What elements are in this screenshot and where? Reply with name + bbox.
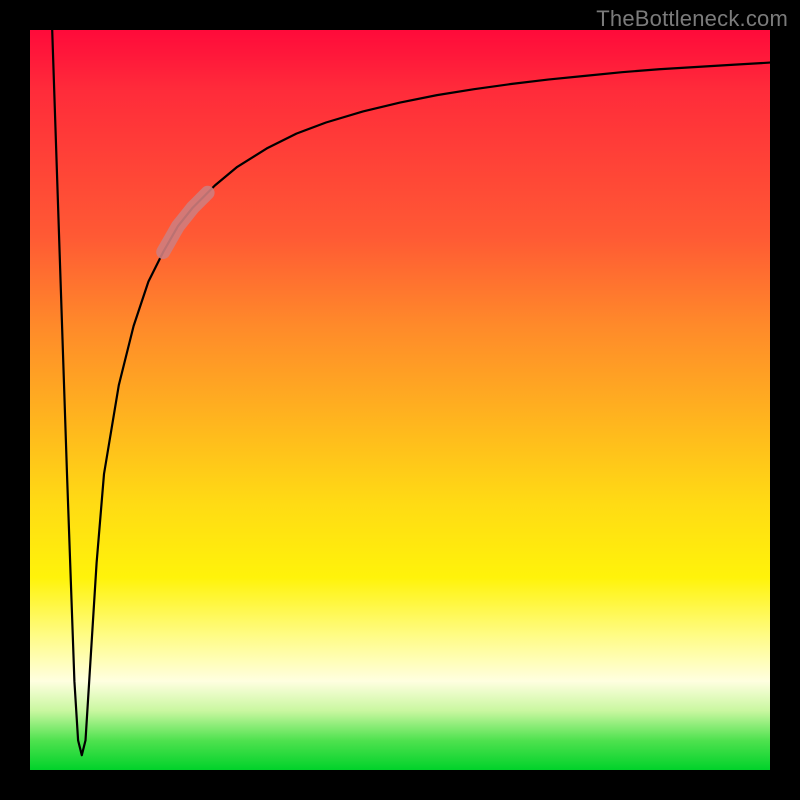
chart-frame: TheBottleneck.com <box>0 0 800 800</box>
highlight-segment <box>163 193 207 252</box>
curve-layer <box>30 30 770 770</box>
bottleneck-curve <box>52 30 770 755</box>
plot-area <box>30 30 770 770</box>
attribution-label: TheBottleneck.com <box>596 6 788 32</box>
